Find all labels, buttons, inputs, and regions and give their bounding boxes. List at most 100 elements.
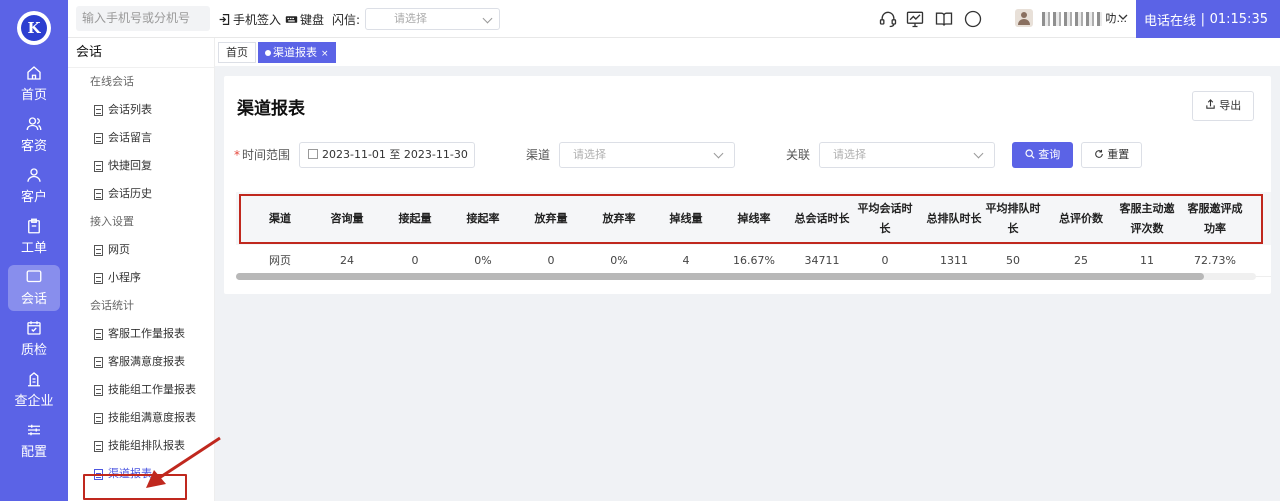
rail-item-company[interactable]: 查企业	[0, 364, 68, 415]
flash-label: 闪信:	[332, 12, 361, 27]
annotation-highlight-table	[239, 194, 1263, 244]
user-menu-chevron-icon[interactable]	[1118, 13, 1128, 21]
flash-select-placeholder: 请选择	[394, 12, 427, 25]
page-title: 渠道报表	[237, 99, 305, 119]
reset-label: 重置	[1107, 148, 1130, 161]
subnav-item-label: 小程序	[108, 271, 141, 284]
subnav-item-agent-workload[interactable]: 客服工作量报表	[68, 320, 214, 348]
query-button[interactable]: 查询	[1012, 142, 1073, 168]
table-cell: 0	[881, 253, 889, 267]
chevron-down-icon	[482, 13, 493, 24]
users-icon	[26, 117, 42, 131]
subnav-item-label: 快捷回复	[108, 159, 152, 172]
user-avatar[interactable]	[1015, 9, 1033, 27]
building-icon	[28, 372, 40, 387]
subnav-title: 会话	[68, 38, 214, 68]
subnav-item-label: 会话留言	[108, 131, 152, 144]
flash-select[interactable]: 请选择	[365, 8, 500, 30]
export-button[interactable]: 导出	[1192, 91, 1254, 121]
date-range-value: 2023-11-01 至 2023-11-30	[322, 148, 468, 161]
rail-item-label: 客户	[20, 190, 47, 205]
subnav-item-label: 网页	[108, 243, 130, 256]
rail-nav: 首页 客资 客户 工单 会话 质检 查企业 配置	[0, 58, 68, 466]
rail-item-tickets[interactable]: 工单	[0, 211, 68, 262]
rail-item-label: 会话	[20, 292, 47, 307]
subnav-item-web[interactable]: 网页	[68, 236, 214, 264]
table-cell: 25	[1074, 253, 1088, 267]
horizontal-scrollbar[interactable]	[236, 273, 1256, 280]
document-icon	[94, 412, 103, 424]
headset-icon[interactable]	[878, 9, 898, 29]
annotation-arrow-icon	[146, 436, 221, 488]
tab-home[interactable]: 首页	[218, 42, 256, 63]
rail-item-sessions[interactable]: 会话	[0, 262, 68, 313]
subnav-item-session-messages[interactable]: 会话留言	[68, 124, 214, 152]
rail-item-customers[interactable]: 客户	[0, 160, 68, 211]
chevron-down-icon	[713, 148, 724, 159]
upload-icon	[1206, 99, 1215, 109]
phone-signin-button[interactable]: 手机签入	[218, 0, 281, 38]
keyboard-button[interactable]: 键盘	[285, 0, 324, 38]
table-cell: 0%	[474, 253, 492, 267]
channel-select[interactable]: 请选择	[559, 142, 735, 168]
rail-item-label: 配置	[20, 445, 47, 460]
home-icon	[27, 66, 41, 80]
subnav-item-label: 技能组满意度报表	[108, 411, 196, 424]
close-icon[interactable]: ×	[321, 49, 329, 59]
rail-item-label: 首页	[20, 88, 47, 103]
signin-icon	[219, 13, 230, 25]
table-cell: 0	[547, 253, 555, 267]
avatar-person-icon	[1018, 12, 1030, 25]
subnav-item-agent-satisfaction[interactable]: 客服满意度报表	[68, 348, 214, 376]
subnav-group-access: 接入设置	[90, 215, 134, 228]
table-cell: 0	[411, 253, 419, 267]
rail-item-label: 查企业	[14, 394, 54, 409]
top-bar: 输入手机号或分机号 手机签入 键盘 闪信: 请选择 叻... 电话在线 | 01…	[68, 0, 1280, 38]
book-icon[interactable]	[934, 9, 954, 29]
document-icon	[94, 244, 103, 256]
subnav-item-session-history[interactable]: 会话历史	[68, 180, 214, 208]
time-range-label: * 时间范围	[234, 142, 290, 168]
subnav-item-label: 会话历史	[108, 187, 152, 200]
rail-item-home[interactable]: 首页	[0, 58, 68, 109]
document-icon	[94, 328, 103, 340]
rail-item-quality[interactable]: 质检	[0, 313, 68, 364]
monitor-icon[interactable]	[905, 9, 925, 29]
sliders-icon	[28, 424, 40, 436]
date-range-picker[interactable]: 2023-11-01 至 2023-11-30	[299, 142, 475, 168]
table-cell: 50	[1006, 253, 1020, 267]
subnav-item-label: 会话列表	[108, 103, 152, 116]
subnav-item-mini-program[interactable]: 小程序	[68, 264, 214, 292]
rail-active-highlight: 会话	[8, 264, 60, 311]
call-timer: 01:15:35	[1209, 11, 1268, 27]
rail-item-label: 客资	[20, 139, 47, 154]
left-rail: K 首页 客资 客户 工单 会话 质检 查企业 配置	[0, 0, 68, 501]
message-icon[interactable]	[963, 9, 983, 29]
table-cell: 0%	[610, 253, 628, 267]
subnav-item-quick-reply[interactable]: 快捷回复	[68, 152, 214, 180]
phone-status-panel[interactable]: 电话在线 | 01:15:35	[1136, 0, 1280, 38]
subnav-group-online: 在线会话	[90, 75, 134, 88]
subnav-item-group-satisfaction[interactable]: 技能组满意度报表	[68, 404, 214, 432]
rail-item-leads[interactable]: 客资	[0, 109, 68, 160]
phone-status-label: 电话在线	[1144, 13, 1197, 29]
table-cell: 34711	[804, 253, 840, 267]
tab-channel-report[interactable]: 渠道报表 ×	[258, 42, 336, 63]
phone-search-input[interactable]: 输入手机号或分机号	[76, 6, 210, 31]
subnav-item-label: 客服满意度报表	[108, 355, 185, 368]
scrollbar-thumb[interactable]	[236, 273, 1204, 280]
reset-button[interactable]: 重置	[1081, 142, 1142, 168]
document-icon	[94, 160, 103, 172]
rail-item-settings[interactable]: 配置	[0, 415, 68, 466]
table-cell: 4	[682, 253, 690, 267]
table-cell: 11	[1140, 253, 1154, 267]
subnav-item-session-list[interactable]: 会话列表	[68, 96, 214, 124]
search-icon	[1025, 149, 1035, 159]
relation-label: 关联	[786, 148, 811, 162]
time-range-label-text: 时间范围	[242, 148, 291, 162]
document-icon	[94, 384, 103, 396]
subnav-group-stats: 会话统计	[90, 299, 134, 312]
user-name[interactable]: 叻...	[1042, 7, 1127, 31]
subnav-item-group-workload[interactable]: 技能组工作量报表	[68, 376, 214, 404]
relation-select[interactable]: 请选择	[819, 142, 995, 168]
